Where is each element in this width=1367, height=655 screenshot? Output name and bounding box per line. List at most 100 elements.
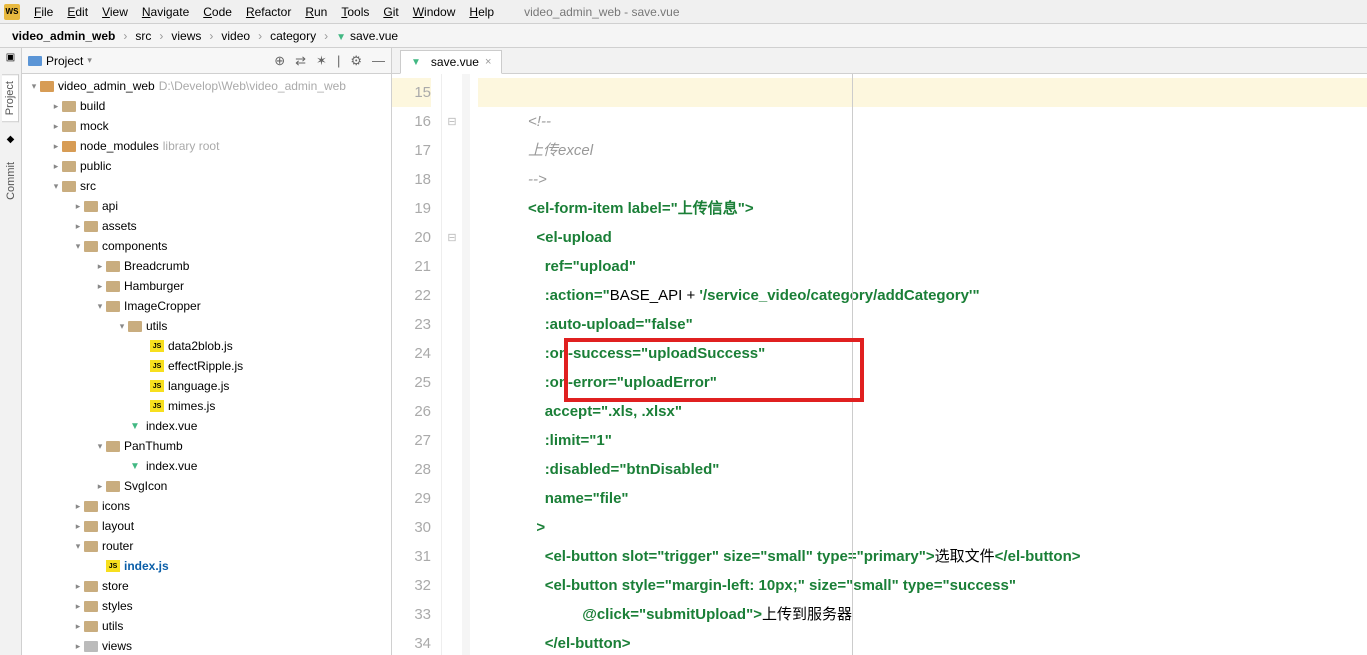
tree-node[interactable]: JSmimes.js <box>22 396 391 416</box>
menu-window[interactable]: Window <box>407 3 462 21</box>
tree-node[interactable]: ▾components <box>22 236 391 256</box>
folder-icon <box>84 201 98 212</box>
breadcrumb-item[interactable]: video_admin_web <box>8 29 119 43</box>
folder-icon <box>106 261 120 272</box>
project-tree[interactable]: ▾video_admin_webD:\Develop\Web\video_adm… <box>22 74 391 655</box>
tree-node[interactable]: ▾src <box>22 176 391 196</box>
folder-icon <box>106 441 120 452</box>
commit-tool-icon[interactable]: ◆ <box>4 134 18 148</box>
project-tool-button[interactable]: ⇄ <box>295 53 306 69</box>
project-header: Project ▾ ⊕ ⇄ ✶ | ⚙ — <box>22 48 391 74</box>
tree-node[interactable]: ▼index.vue <box>22 456 391 476</box>
folder-icon <box>84 241 98 252</box>
tree-node[interactable]: ▸mock <box>22 116 391 136</box>
menu-git[interactable]: Git <box>377 3 404 21</box>
project-tool-icon[interactable]: ▣ <box>4 52 18 66</box>
folder-icon <box>62 161 76 172</box>
tree-node[interactable]: ▾router <box>22 536 391 556</box>
js-icon: JS <box>106 560 120 572</box>
tree-node[interactable]: ▸SvgIcon <box>22 476 391 496</box>
close-tab-icon[interactable]: × <box>485 56 491 68</box>
folder-mod-icon <box>62 141 76 152</box>
menu-code[interactable]: Code <box>197 3 238 21</box>
folder-icon <box>62 101 76 112</box>
menu-view[interactable]: View <box>96 3 134 21</box>
window-title: video_admin_web - save.vue <box>524 5 679 19</box>
tree-node[interactable]: ▸api <box>22 196 391 216</box>
tree-node[interactable]: ▾video_admin_webD:\Develop\Web\video_adm… <box>22 76 391 96</box>
change-stripe <box>462 74 470 655</box>
tree-node[interactable]: JSindex.js <box>22 556 391 576</box>
menu-bar: WS FileEditViewNavigateCodeRefactorRunTo… <box>0 0 1367 24</box>
js-icon: JS <box>150 380 164 392</box>
project-tool-button[interactable]: ✶ <box>316 53 327 69</box>
tree-node[interactable]: ▾PanThumb <box>22 436 391 456</box>
project-icon <box>28 56 42 66</box>
tree-node[interactable]: ▸Hamburger <box>22 276 391 296</box>
js-icon: JS <box>150 340 164 352</box>
breadcrumb-item[interactable]: views <box>167 29 205 43</box>
tool-tab-project[interactable]: Project <box>2 74 19 122</box>
menu-navigate[interactable]: Navigate <box>136 3 195 21</box>
tree-node[interactable]: ▸store <box>22 576 391 596</box>
menu-refactor[interactable]: Refactor <box>240 3 297 21</box>
tree-node[interactable]: ▸layout <box>22 516 391 536</box>
folder-gray-icon <box>84 641 98 652</box>
tree-node[interactable]: JSeffectRipple.js <box>22 356 391 376</box>
menu-tools[interactable]: Tools <box>335 3 375 21</box>
tree-node[interactable]: ▸views <box>22 636 391 655</box>
tree-node[interactable]: ▸build <box>22 96 391 116</box>
tree-node[interactable]: JSlanguage.js <box>22 376 391 396</box>
project-tool-window: Project ▾ ⊕ ⇄ ✶ | ⚙ — ▾video_admin_webD:\Deve… <box>22 48 392 655</box>
editor-tab-label: save.vue <box>431 55 479 69</box>
project-view-dropdown-icon[interactable]: ▾ <box>87 55 92 66</box>
menu-help[interactable]: Help <box>463 3 500 21</box>
breadcrumb-item[interactable]: category <box>266 29 320 43</box>
app-icon: WS <box>4 4 20 20</box>
menu-file[interactable]: File <box>28 3 59 21</box>
folder-icon <box>106 481 120 492</box>
vue-icon: ▼ <box>128 421 142 432</box>
menu-run[interactable]: Run <box>299 3 333 21</box>
tree-node[interactable]: ▼index.vue <box>22 416 391 436</box>
folder-icon <box>128 321 142 332</box>
breadcrumb-item[interactable]: ▼save.vue <box>332 29 402 43</box>
tree-node[interactable]: ▸node_moduleslibrary root <box>22 136 391 156</box>
folder-icon <box>106 301 120 312</box>
folder-icon <box>62 121 76 132</box>
code-area[interactable]: 1516171819202122232425262728293031323334… <box>392 74 1367 655</box>
folder-icon <box>84 541 98 552</box>
project-toolbar: ⊕ ⇄ ✶ | ⚙ — <box>274 53 385 69</box>
folder-icon <box>84 601 98 612</box>
editor-tab-save-vue[interactable]: ▼ save.vue × <box>400 50 502 74</box>
main-area: ▣ Project ◆ Commit Project ▾ ⊕ ⇄ ✶ | ⚙ — ▾vid… <box>0 48 1367 655</box>
menu-edit[interactable]: Edit <box>61 3 94 21</box>
tool-window-stripe: ▣ Project ◆ Commit <box>0 48 22 655</box>
project-title[interactable]: Project <box>46 54 83 68</box>
project-tool-button[interactable]: | <box>337 53 340 69</box>
proj-icon <box>40 81 54 92</box>
tree-node[interactable]: JSdata2blob.js <box>22 336 391 356</box>
breadcrumb-item[interactable]: video <box>217 29 254 43</box>
folder-icon <box>84 581 98 592</box>
tool-tab-commit[interactable]: Commit <box>3 156 19 206</box>
editor: ▼ save.vue × 151617181920212223242526272… <box>392 48 1367 655</box>
vue-icon: ▼ <box>128 461 142 472</box>
project-tool-button[interactable]: — <box>372 53 385 69</box>
tree-node[interactable]: ▸icons <box>22 496 391 516</box>
tree-node[interactable]: ▸public <box>22 156 391 176</box>
tree-node[interactable]: ▸assets <box>22 216 391 236</box>
breadcrumb-item[interactable]: src <box>131 29 155 43</box>
caret-guide <box>852 74 853 655</box>
tree-node[interactable]: ▸Breadcrumb <box>22 256 391 276</box>
project-tool-button[interactable]: ⊕ <box>274 53 285 69</box>
tree-node[interactable]: ▸styles <box>22 596 391 616</box>
code-body[interactable]: <!-- 上传excel --> <el-form-item label="上传… <box>470 74 1367 655</box>
fold-column[interactable]: ⊟⊟ <box>442 74 462 655</box>
editor-tabs: ▼ save.vue × <box>392 48 1367 74</box>
tree-node[interactable]: ▾ImageCropper <box>22 296 391 316</box>
tree-node[interactable]: ▸utils <box>22 616 391 636</box>
tree-node[interactable]: ▾utils <box>22 316 391 336</box>
project-tool-button[interactable]: ⚙ <box>350 53 362 69</box>
navigation-bar: video_admin_web src views video category ▼sav… <box>0 24 1367 48</box>
